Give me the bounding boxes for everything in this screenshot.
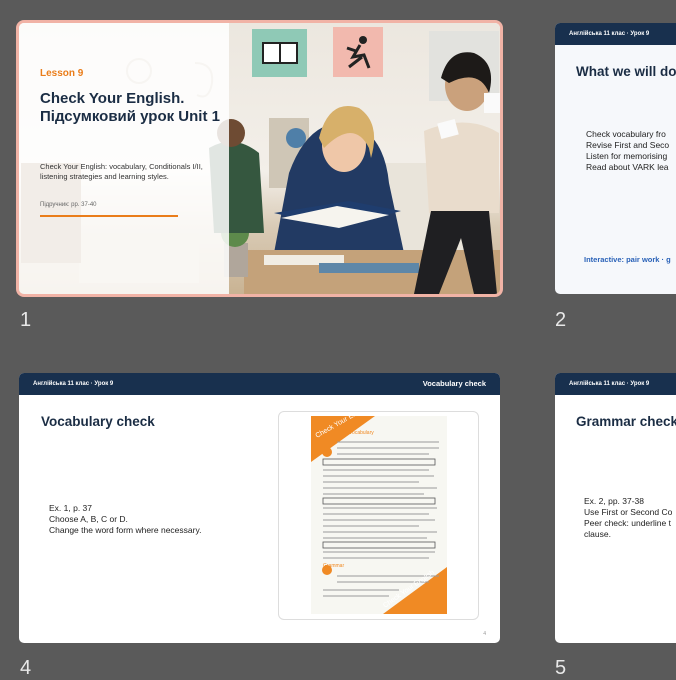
exercise-line: Ex. 1, p. 37 (49, 503, 92, 513)
textbook-grammar: Grammar (323, 563, 344, 569)
textbook-image-frame: Check Your English Vocabulary Grammar Ch… (278, 403, 479, 620)
slide-number-5: 5 (555, 657, 567, 679)
slide-title: Check Your English. Підсумковий урок Uni… (40, 90, 220, 125)
header-course: Англійська 11 клас · Урок 9 (33, 381, 114, 387)
slide-description: Check Your English: vocabulary, Conditio… (40, 162, 203, 181)
slide-header-bar: Англійська 11 клас · Урок 9 (555, 373, 676, 395)
slide-title: What we will do (576, 64, 676, 79)
lesson-label: Lesson 9 (40, 68, 84, 79)
slide-thumbnail-4[interactable]: Англійська 11 клас · Урок 9 Vocabulary c… (19, 373, 500, 643)
exercise-text: Ex. 2, pp. 37-38 Use First or Second Co … (584, 496, 672, 540)
bullet-item: Check vocabulary fro (586, 129, 666, 139)
exercise-text: Ex. 1, p. 37 Choose A, B, C or D. Change… (49, 503, 201, 536)
slide-header-bar: Англійська 11 клас · Урок 9 Vocabulary c… (19, 373, 500, 395)
textbook-page-image: Check Your English Vocabulary Grammar Ch… (311, 403, 447, 614)
slide-title: Vocabulary check (41, 414, 155, 429)
slide-title: Grammar check (576, 414, 676, 429)
bullet-item: Listen for memorising (586, 151, 668, 161)
textbook-section: Vocabulary (349, 430, 374, 436)
header-tag: Vocabulary check (422, 379, 486, 388)
title-panel (19, 23, 229, 294)
slide-number-4: 4 (20, 657, 32, 679)
bullet-list: Check vocabulary fro Revise First and Se… (586, 129, 669, 173)
exercise-line: Ex. 2, pp. 37-38 (584, 496, 645, 506)
textbook-pages: Підручник: pp. 37-40 (40, 202, 97, 208)
header-course: Англійська 11 клас · Урок 9 (569, 381, 650, 387)
slide-thumbnail-1[interactable]: Lesson 9 Check Your English. Підсумковий… (19, 23, 500, 294)
exercise-line: Change the word form where necessary. (49, 525, 202, 535)
exercise-line: Use First or Second Co (584, 507, 673, 517)
bullet-item: Revise First and Seco (586, 140, 670, 150)
page-number: 4 (483, 631, 486, 637)
bullet-item: Read about VARK lea (586, 162, 669, 172)
slide-number-2: 2 (555, 309, 567, 331)
exercise-line: Choose A, B, C or D. (49, 514, 128, 524)
interactive-note: Interactive: pair work · g (584, 255, 671, 264)
slide-number-1: 1 (20, 309, 32, 331)
accent-line (40, 215, 178, 217)
header-course: Англійська 11 клас · Урок 9 (569, 31, 650, 37)
slide-header-bar: Англійська 11 клас · Урок 9 (555, 23, 676, 45)
exercise-line: clause. (584, 529, 611, 539)
slide-thumbnail-5[interactable]: Англійська 11 клас · Урок 9 Grammar chec… (555, 373, 676, 643)
exercise-line: Peer check: underline t (584, 518, 671, 528)
slide-thumbnail-2[interactable]: Англійська 11 клас · Урок 9 What we will… (555, 23, 676, 294)
